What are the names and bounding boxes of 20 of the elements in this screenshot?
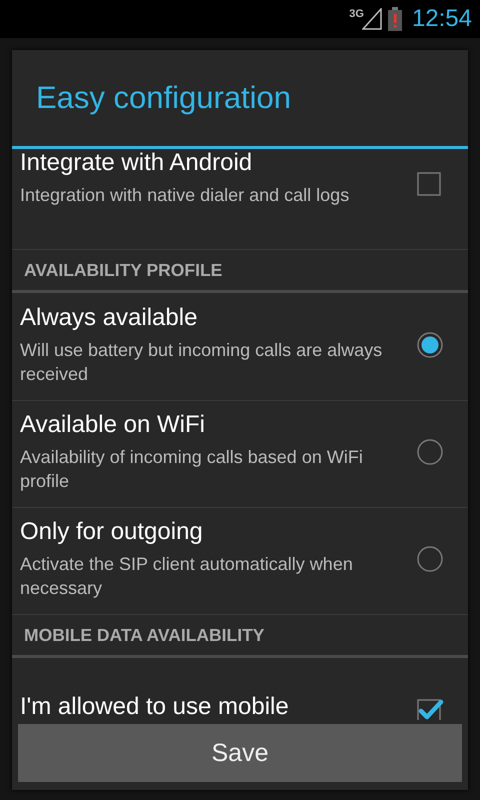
preference-summary: Will use battery but incoming calls are always received	[20, 338, 384, 386]
clock-time: 12:54	[412, 5, 472, 33]
radio-button[interactable]	[416, 545, 444, 573]
dialog-title: Easy configuration	[12, 50, 468, 149]
preference-title: Only for outgoing	[20, 518, 204, 546]
radio-button[interactable]	[416, 438, 444, 466]
preference-title: Available on WiFi	[20, 411, 206, 439]
preference-title: Integrate with Android	[20, 149, 254, 177]
battery-icon	[388, 7, 402, 31]
section-header: MOBILE DATA AVAILABILITY	[12, 615, 468, 658]
section-header: AVAILABILITY PROFILE	[12, 250, 468, 293]
preference-title: I'm allowed to use mobile	[20, 692, 290, 720]
preference-title: Always available	[20, 304, 198, 332]
preference-summary: Availability of incoming calls based on WiFi profile	[20, 446, 364, 493]
save-button[interactable]: Save	[18, 724, 462, 782]
signal-icon	[362, 8, 382, 30]
radio-button[interactable]	[416, 330, 444, 358]
preference-summary: Integration with native dialer and call logs	[20, 184, 350, 207]
preference-summary: Activate the SIP client automatically when necessary	[20, 553, 354, 600]
network-label: 3G	[349, 8, 364, 20]
